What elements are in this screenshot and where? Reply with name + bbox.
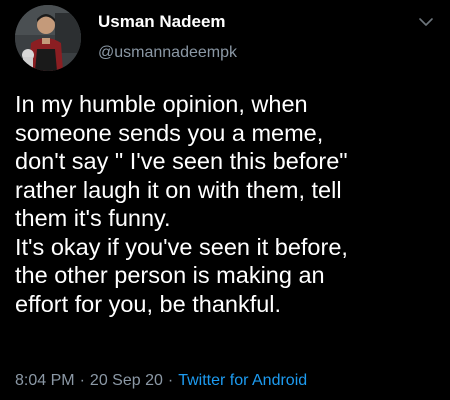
tweet-card: Usman Nadeem @usmannadeempk In my humble… bbox=[0, 0, 450, 400]
tweet-date[interactable]: 20 Sep 20 bbox=[90, 372, 163, 389]
user-handle[interactable]: @usmannadeempk bbox=[98, 43, 237, 63]
tweet-text-line: In my humble opinion, when bbox=[15, 91, 308, 117]
display-name[interactable]: Usman Nadeem bbox=[98, 12, 237, 32]
tweet-time[interactable]: 8:04 PM bbox=[15, 372, 75, 389]
author-block[interactable]: Usman Nadeem @usmannadeempk bbox=[98, 12, 237, 63]
chevron-down-icon[interactable] bbox=[416, 12, 436, 32]
tweet-text-line: effort for you, be thankful. bbox=[15, 290, 282, 317]
avatar-photo-icon bbox=[15, 5, 81, 71]
tweet-text-line: It's okay if you've seen it before, bbox=[15, 233, 348, 260]
tweet-meta: 8:04 PM · 20 Sep 20 · Twitter for Android bbox=[15, 371, 307, 391]
avatar[interactable] bbox=[15, 5, 81, 71]
tweet-text: In my humble opinion, when someone sends… bbox=[15, 90, 440, 318]
tweet-text-line: someone sends you a meme, bbox=[15, 119, 324, 146]
meta-separator: · bbox=[79, 372, 85, 389]
tweet-text-line: them it's funny. bbox=[15, 205, 171, 231]
tweet-source-link[interactable]: Twitter for Android bbox=[178, 372, 307, 389]
tweet-text-line: don't say " I've seen this before" bbox=[15, 148, 348, 174]
meta-separator: · bbox=[167, 372, 174, 389]
tweet-text-line: the other person is making an bbox=[15, 262, 325, 288]
tweet-text-line: rather laugh it on with them, tell bbox=[15, 176, 342, 203]
